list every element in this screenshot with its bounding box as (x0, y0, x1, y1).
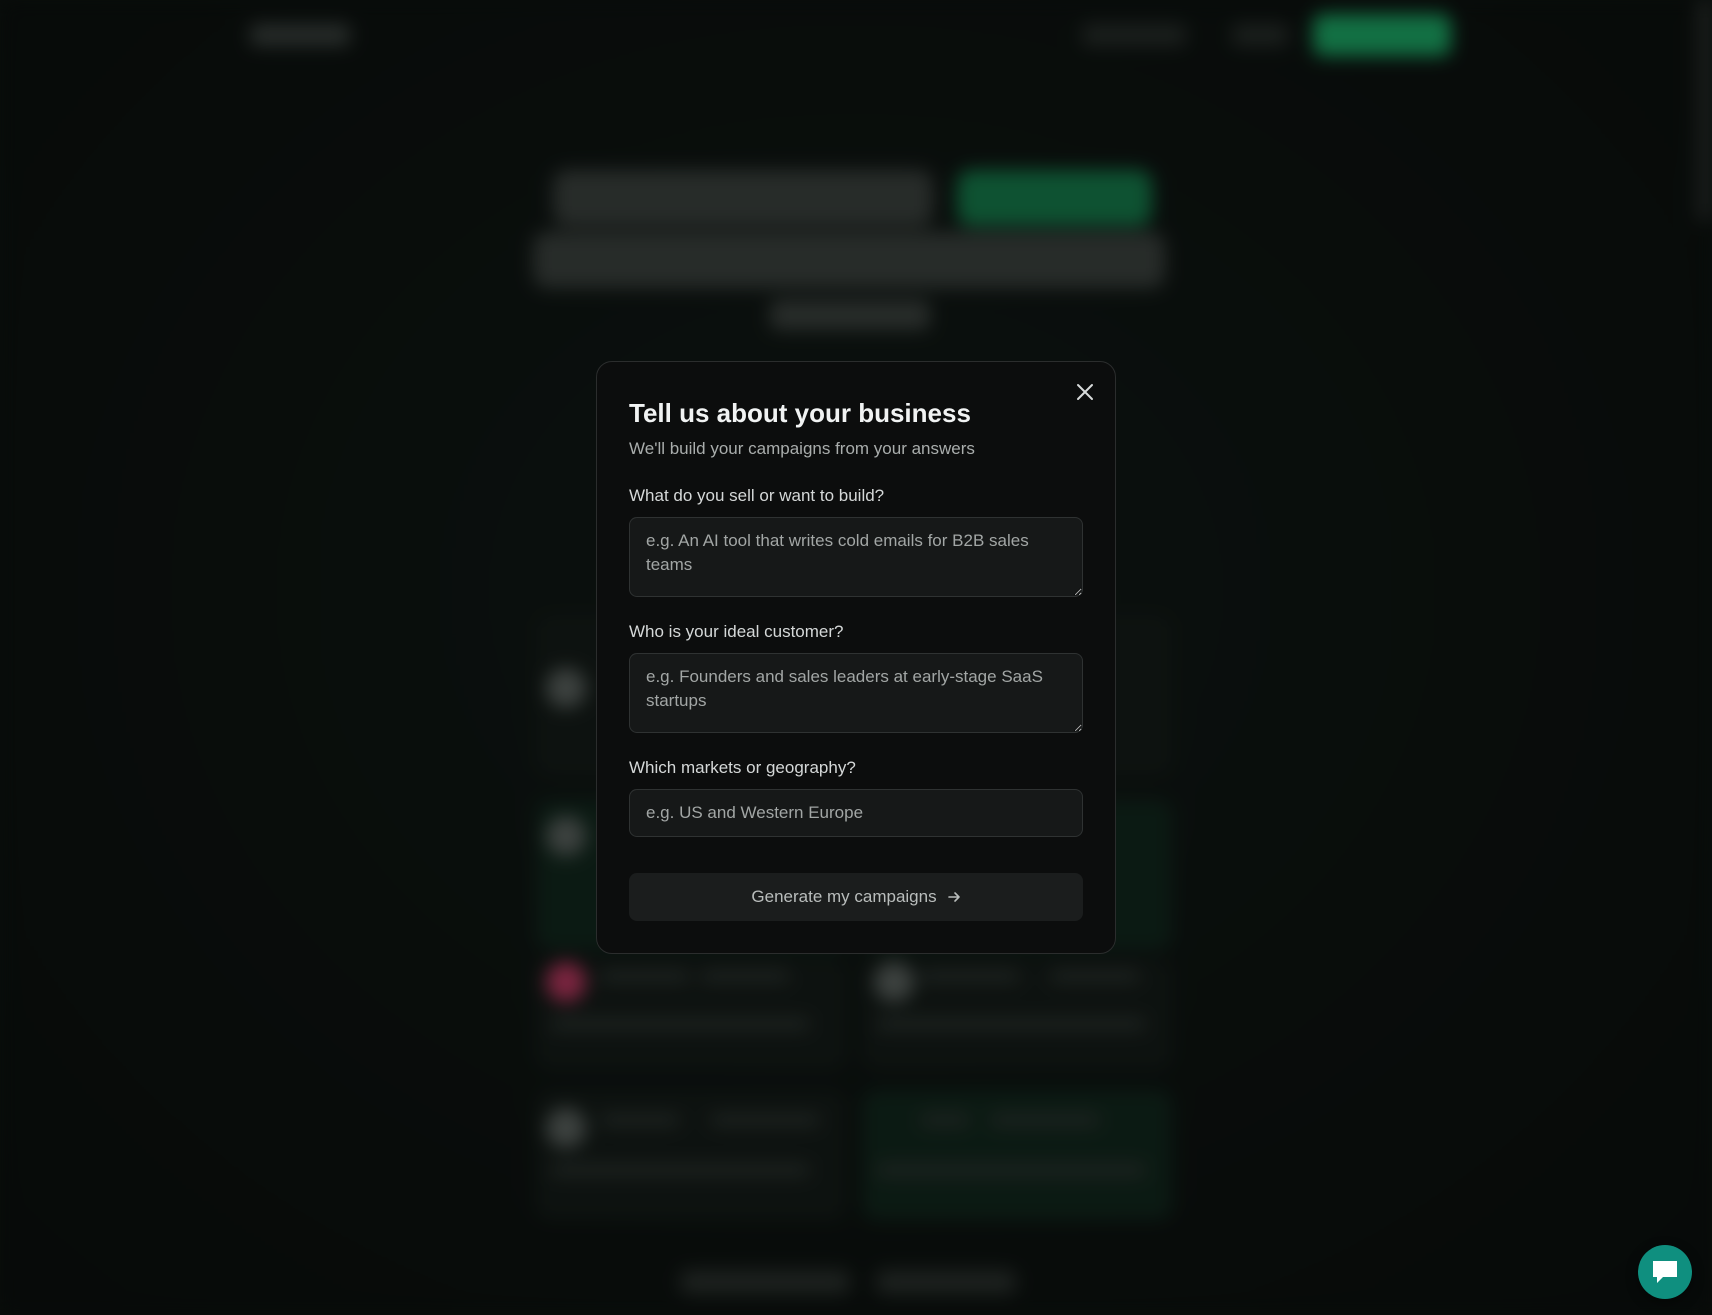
product-description-input[interactable] (629, 517, 1083, 597)
arrow-right-icon (947, 892, 960, 902)
markets-input[interactable] (629, 789, 1083, 837)
markets-field-label: Which markets or geography? (629, 758, 856, 777)
customer-field-label: Who is your ideal customer? (629, 622, 844, 641)
close-icon (1077, 384, 1093, 400)
chat-bubble-icon (1653, 1261, 1677, 1283)
modal-title: Tell us about your business (629, 398, 971, 428)
modal-subtitle: We'll build your campaigns from your ans… (629, 439, 975, 458)
business-info-modal: Tell us about your business We'll build … (596, 361, 1116, 954)
product-field-label: What do you sell or want to build? (629, 486, 885, 505)
generate-campaigns-label: Generate my campaigns (751, 887, 937, 906)
chat-launcher-button[interactable] (1638, 1245, 1692, 1299)
close-button[interactable] (1071, 378, 1099, 406)
ideal-customer-input[interactable] (629, 653, 1083, 733)
generate-campaigns-button[interactable]: Generate my campaigns (629, 873, 1083, 921)
